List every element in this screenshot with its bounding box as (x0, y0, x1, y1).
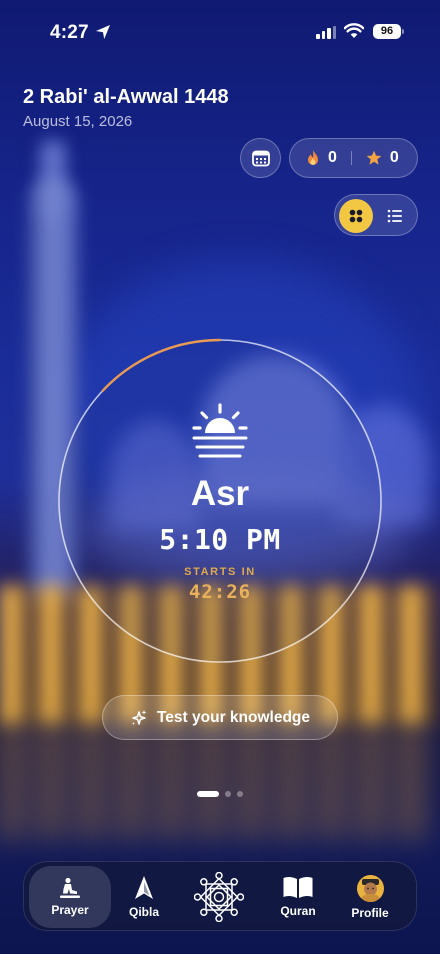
status-time: 4:27 (50, 22, 89, 43)
calendar-icon (251, 150, 270, 166)
tab-bar: Prayer Qibla Quran Profile (23, 861, 417, 931)
list-view-button[interactable] (385, 206, 405, 226)
prayer-mat-icon (60, 877, 80, 898)
test-knowledge-label: Test your knowledge (156, 708, 311, 726)
stars-count: 0 (389, 149, 399, 166)
page-dot-3[interactable] (237, 791, 243, 797)
calendar-button[interactable] (240, 138, 281, 178)
grid-dots-icon (349, 209, 363, 223)
flame-icon (308, 150, 318, 165)
hijri-date: 2 Rabi' al-Awwal 1448 (23, 86, 229, 108)
sunset-icon (192, 403, 248, 458)
stats-pill[interactable]: 0 0 (289, 138, 418, 178)
location-arrow-icon (96, 25, 110, 39)
tab-profile-label: Profile (351, 905, 389, 920)
tab-prayer[interactable]: Prayer (29, 866, 111, 928)
page-dot-2[interactable] (225, 791, 231, 797)
tab-qibla[interactable]: Qibla (122, 866, 166, 928)
prayer-time: 5:10 PM (159, 523, 281, 556)
status-bar: 4:27 96 (0, 20, 440, 46)
stats-divider (350, 151, 352, 165)
prayer-name: Asr (190, 474, 250, 513)
streak-count: 0 (328, 149, 337, 166)
test-knowledge-button[interactable]: Test your knowledge (102, 695, 338, 740)
book-icon (283, 876, 313, 898)
gregorian-date: August 15, 2026 (23, 113, 133, 130)
avatar (356, 874, 384, 902)
cellular-signal-icon (316, 26, 336, 39)
tab-quran[interactable]: Quran (274, 866, 322, 928)
tab-qibla-label: Qibla (128, 905, 159, 919)
page-dot-1[interactable] (197, 791, 219, 797)
tab-profile[interactable]: Profile (346, 866, 394, 928)
page-indicator[interactable] (0, 791, 440, 797)
grid-view-button[interactable] (339, 199, 373, 233)
starts-in-label: STARTS IN (184, 566, 256, 578)
tab-home-emblem[interactable] (189, 866, 249, 928)
tab-prayer-label: Prayer (51, 903, 89, 917)
view-toggle[interactable] (334, 194, 418, 236)
sparkles-icon (131, 709, 147, 725)
star-icon (366, 150, 382, 165)
islamic-star-icon (194, 872, 244, 922)
battery-indicator: 96 (373, 24, 401, 39)
tab-quran-label: Quran (280, 904, 316, 918)
battery-tip (402, 29, 404, 34)
wifi-icon (344, 23, 364, 38)
compass-arrow-icon (135, 876, 153, 899)
countdown-timer: 42:26 (188, 581, 252, 603)
